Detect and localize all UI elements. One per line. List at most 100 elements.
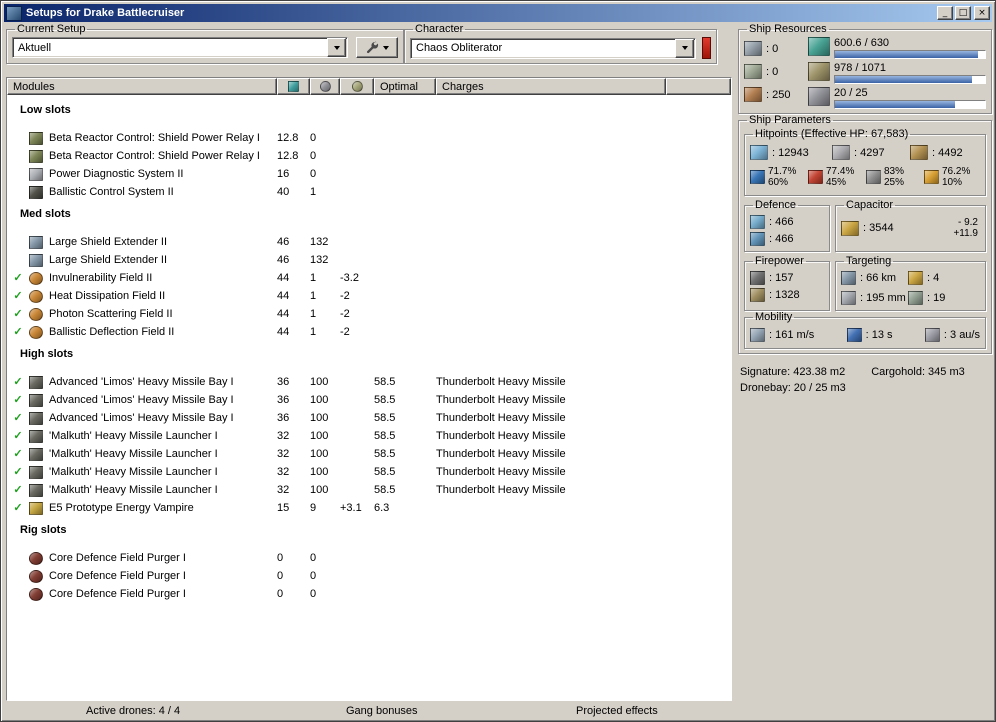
align-time-stat: : 13 s bbox=[846, 327, 893, 342]
current-setup-select[interactable]: Aktuell bbox=[12, 37, 348, 58]
module-charge-name bbox=[436, 499, 731, 517]
module-icon-cell bbox=[29, 165, 49, 183]
module-row[interactable]: ✓ Advanced 'Limos' Heavy Missile Bay I 36 1… bbox=[7, 409, 731, 427]
module-row[interactable]: ✓ Heat Dissipation Field II 44 1 -2 bbox=[7, 287, 731, 305]
character-value: Chaos Obliterator bbox=[416, 42, 503, 54]
eft-window: Setups for Drake Battlecruiser _ □ × Cur… bbox=[0, 0, 996, 722]
module-powergrid-value: 0 bbox=[310, 168, 317, 180]
module-cap-value bbox=[340, 463, 374, 481]
column-header-modules[interactable]: Modules bbox=[7, 78, 277, 95]
module-row[interactable]: ✓ Photon Scattering Field II 44 1 -2 bbox=[7, 305, 731, 323]
module-row[interactable]: ✓ Ballistic Deflection Field II 44 1 -2 bbox=[7, 323, 731, 341]
active-drones-status[interactable]: Active drones: 4 / 4 bbox=[86, 705, 180, 717]
module-name: Photon Scattering Field II bbox=[49, 308, 173, 320]
targeting-title: Targeting bbox=[846, 255, 892, 267]
module-optimal-value: 58.5 bbox=[374, 448, 396, 460]
column-header-filler bbox=[666, 78, 731, 95]
explosive-shield-resist-value: 76.2% bbox=[942, 166, 971, 177]
module-row[interactable]: ✓ Invulnerability Field II 44 1 -3.2 bbox=[7, 269, 731, 287]
current-setup-dropdown-arrow[interactable] bbox=[327, 38, 346, 57]
module-row[interactable]: Core Defence Field Purger I 0 0 bbox=[7, 549, 731, 567]
module-row[interactable]: Large Shield Extender II 46 132 bbox=[7, 251, 731, 269]
module-active-cell bbox=[7, 165, 29, 183]
module-row[interactable]: Large Shield Extender II 46 132 bbox=[7, 233, 731, 251]
targeting-range-stat: : 66 km bbox=[841, 269, 908, 286]
character-select[interactable]: Chaos Obliterator bbox=[410, 37, 696, 59]
module-cpu-value: 0 bbox=[277, 570, 284, 582]
module-icon-cell bbox=[29, 549, 49, 567]
module-icon-cell bbox=[29, 269, 49, 287]
module-row[interactable]: Core Defence Field Purger I 0 0 bbox=[7, 585, 731, 603]
module-icon-cell bbox=[29, 251, 49, 269]
module-optimal-value bbox=[374, 183, 436, 201]
module-optimal-value bbox=[374, 147, 436, 165]
close-button[interactable]: × bbox=[974, 6, 990, 20]
module-cap-value bbox=[340, 585, 374, 603]
module-row[interactable]: Ballistic Control System II 40 1 bbox=[7, 183, 731, 201]
module-row[interactable]: ✓ 'Malkuth' Heavy Missile Launcher I 32 100… bbox=[7, 445, 731, 463]
module-charge-name: Thunderbolt Heavy Missile bbox=[436, 484, 566, 496]
slot-section-title: Rig slots bbox=[20, 524, 67, 536]
column-header-cpu[interactable] bbox=[277, 78, 310, 95]
module-active-cell bbox=[7, 147, 29, 165]
module-charge-name bbox=[436, 251, 731, 269]
module-row[interactable]: Beta Reactor Control: Shield Power Relay… bbox=[7, 129, 731, 147]
module-row[interactable]: Core Defence Field Purger I 0 0 bbox=[7, 567, 731, 585]
module-active-cell bbox=[7, 129, 29, 147]
titlebar[interactable]: Setups for Drake Battlecruiser _ □ × bbox=[4, 4, 992, 22]
armor-hp: : 4297 bbox=[832, 145, 910, 160]
current-setup-label: Current Setup bbox=[17, 23, 86, 35]
module-icon-cell bbox=[29, 287, 49, 305]
gang-bonuses-status[interactable]: Gang bonuses bbox=[346, 705, 418, 717]
powergrid-column-icon bbox=[319, 81, 331, 92]
module-row[interactable]: ✓ Advanced 'Limos' Heavy Missile Bay I 36 1… bbox=[7, 373, 731, 391]
projected-effects-status[interactable]: Projected effects bbox=[576, 705, 658, 717]
module-cap-value bbox=[340, 481, 374, 499]
setup-tools-button[interactable] bbox=[356, 37, 398, 58]
column-header-powergrid[interactable] bbox=[310, 78, 340, 95]
thermal-shield-resist-value: 77.4% bbox=[826, 166, 855, 177]
em-resist: 71.7% 60% bbox=[750, 166, 808, 188]
module-icon-cell bbox=[29, 445, 49, 463]
module-row[interactable]: Power Diagnostic System II 16 0 bbox=[7, 165, 731, 183]
module-row[interactable]: ✓ Advanced 'Limos' Heavy Missile Bay I 36 1… bbox=[7, 391, 731, 409]
module-icon-cell bbox=[29, 409, 49, 427]
column-header-charges[interactable]: Charges bbox=[436, 78, 666, 95]
module-row[interactable]: ✓ 'Malkuth' Heavy Missile Launcher I 32 100… bbox=[7, 463, 731, 481]
module-powergrid-value: 100 bbox=[310, 376, 329, 388]
module-cpu-value: 32 bbox=[277, 448, 290, 460]
module-charge-name bbox=[436, 287, 731, 305]
module-name: Beta Reactor Control: Shield Power Relay… bbox=[49, 132, 260, 144]
scan-resolution-stat: : 195 mm bbox=[841, 289, 908, 306]
module-row[interactable]: ✓ 'Malkuth' Heavy Missile Launcher I 32 100… bbox=[7, 481, 731, 499]
top-controls: Current Setup Aktuell Character Chaos Ob… bbox=[6, 23, 732, 64]
module-powergrid-value: 1 bbox=[310, 290, 317, 302]
character-dropdown-arrow[interactable] bbox=[675, 38, 694, 58]
module-icon-cell bbox=[29, 391, 49, 409]
kinetic-resist-icon bbox=[866, 170, 881, 184]
module-cpu-value: 46 bbox=[277, 254, 290, 266]
launcher-hardpoints: : 0 bbox=[744, 63, 808, 80]
shield-hp-value: : 12943 bbox=[772, 146, 809, 159]
module-name: Large Shield Extender II bbox=[49, 236, 168, 248]
slot-section-title: High slots bbox=[20, 348, 74, 360]
module-powergrid-value: 9 bbox=[310, 502, 317, 514]
module-cpu-value: 16 bbox=[277, 168, 290, 180]
module-cpu-value: 36 bbox=[277, 394, 290, 406]
maximize-button[interactable]: □ bbox=[955, 6, 971, 20]
minimize-button[interactable]: _ bbox=[937, 6, 953, 20]
module-optimal-value bbox=[374, 585, 436, 603]
module-row[interactable]: ✓ 'Malkuth' Heavy Missile Launcher I 32 100… bbox=[7, 427, 731, 445]
module-row[interactable]: ✓ E5 Prototype Energy Vampire 15 9 +3.1 6.3 bbox=[7, 499, 731, 517]
ballistic-deflection-field-icon bbox=[29, 325, 43, 339]
module-row[interactable]: Beta Reactor Control: Shield Power Relay… bbox=[7, 147, 731, 165]
powergrid-usage: 978 / 1071 bbox=[808, 62, 986, 84]
dps-icon bbox=[750, 287, 765, 302]
column-header-optimal[interactable]: Optimal bbox=[374, 78, 436, 95]
column-header-capacitor[interactable] bbox=[340, 78, 374, 95]
max-velocity-stat: : 161 m/s bbox=[750, 327, 814, 342]
passive-defence-stat: : 466 bbox=[750, 230, 824, 247]
module-charge-name bbox=[436, 269, 731, 287]
module-charge-name bbox=[436, 323, 731, 341]
module-active-check-icon: ✓ bbox=[13, 290, 23, 302]
